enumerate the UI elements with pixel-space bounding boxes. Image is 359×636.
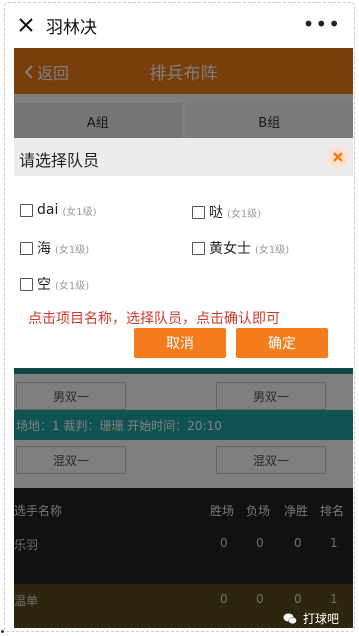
corner-dot [1,630,4,633]
player-name: 海 [37,241,51,257]
player-option[interactable]: 空 (女1级) [20,274,89,294]
player-checkbox[interactable] [20,241,33,255]
modal-title: 请选择队员 [19,151,100,170]
modal-header: 请选择队员 [14,138,353,176]
player-option[interactable]: 哒 (女1级) [192,202,261,222]
player-level: (女1级) [55,244,90,256]
player-level: (女1级) [255,244,290,256]
player-option[interactable]: dai (女1级) [20,202,97,218]
instruction-hint: 点击项目名称，选择队员，点击确认即可 [28,311,280,327]
player-option[interactable]: 海 (女1级) [20,238,89,258]
player-name: dai [37,202,59,218]
player-checkbox[interactable] [20,203,33,217]
more-menu-icon[interactable]: ••• [303,12,341,36]
watermark-text: 打球吧 [302,612,339,626]
player-name: 黄女士 [209,241,251,257]
player-checkbox[interactable] [192,241,205,255]
wechat-title: 羽林决 [46,17,97,38]
player-name: 空 [37,277,51,293]
watermark: 打球吧 [283,610,339,627]
wechat-title-bar: 羽林决 ••• [6,4,353,46]
player-level: (女1级) [62,206,97,218]
close-icon[interactable] [327,146,349,168]
player-checkbox[interactable] [20,277,33,291]
player-level: (女1级) [227,208,262,220]
close-icon[interactable] [12,11,40,39]
player-option[interactable]: 黄女士 (女1级) [192,238,289,258]
player-level: (女1级) [55,280,90,292]
player-name: 哒 [209,205,223,221]
confirm-button[interactable]: 确定 [236,328,328,358]
wechat-icon [283,613,297,624]
select-player-modal: 请选择队员 dai (女1级) 哒 (女1级) 海 (女1级) 黄女士 (女1级… [14,138,353,368]
player-checkbox[interactable] [192,205,205,219]
cancel-button[interactable]: 取消 [134,328,226,358]
